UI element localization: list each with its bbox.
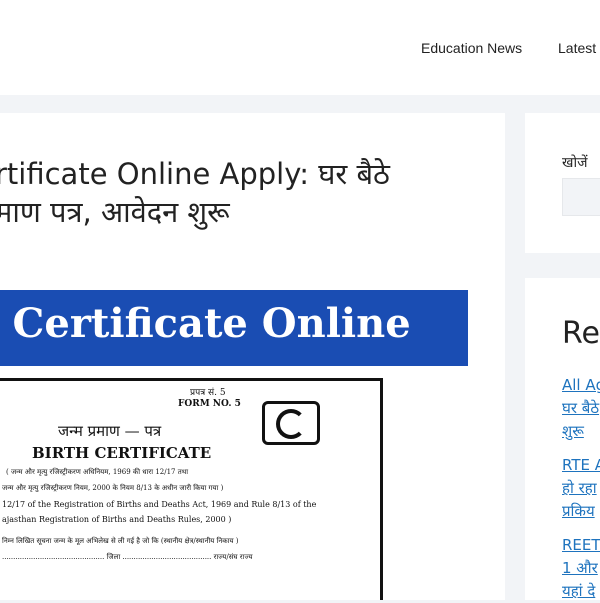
- recent-post-link-1[interactable]: All Ag घर बैठे शुरू: [562, 374, 600, 443]
- recent-post-3-line-2[interactable]: 1 और: [562, 559, 598, 577]
- recent-post-1-line-3[interactable]: शुरू: [562, 422, 584, 440]
- certificate-line-5: निम्न लिखित सूचना जन्म के मूल अभिलेख से …: [2, 537, 239, 545]
- recent-posts-widget: Re All Ag घर बैठे शुरू RTE A हो रहा प्रक…: [525, 278, 600, 600]
- certificate-title-hindi: जन्म प्रमाण — पत्र: [58, 422, 162, 440]
- nav-item-latest[interactable]: Latest: [558, 40, 596, 56]
- recent-post-link-2[interactable]: RTE A हो रहा प्रकिय: [562, 454, 600, 523]
- certificate-line-2: जन्म और मृत्यु रजिस्ट्रीकरण नियम, 2000 क…: [2, 484, 224, 492]
- featured-banner: rth Certificate Online: [0, 290, 468, 366]
- certificate-image: प्रपत्र सं. 5 FORM NO. 5 जन्म प्रमाण — प…: [0, 378, 383, 600]
- recent-post-2-line-1[interactable]: RTE A: [562, 456, 600, 474]
- recent-post-2-line-2[interactable]: हो रहा: [562, 479, 597, 497]
- nav-item-education-news[interactable]: Education News: [421, 40, 522, 56]
- title-line-2: माण पत्र, आवेदन शुरू: [0, 195, 230, 229]
- certificate-number-hindi: प्रपत्र सं. 5: [190, 388, 226, 398]
- page-title: rtificate Online Apply: घर बैठे माण पत्र…: [0, 155, 515, 231]
- certificate-title-english: BIRTH CERTIFICATE: [32, 444, 212, 462]
- title-line-1: rtificate Online Apply: घर बैठे: [0, 157, 390, 191]
- search-label: खोजें: [562, 155, 588, 171]
- emblem-circle-icon: [276, 409, 306, 439]
- featured-image: rth Certificate Online प्रपत्र सं. 5 FOR…: [0, 290, 470, 600]
- recent-post-1-line-1[interactable]: All Ag: [562, 376, 600, 394]
- site-header: Education News Latest: [0, 0, 600, 95]
- certificate-line-4: ajasthan Registration of Births and Deat…: [2, 515, 232, 524]
- certificate-line-3: 12/17 of the Registration of Births and …: [2, 500, 317, 509]
- recent-posts-heading: Re: [562, 316, 600, 351]
- certificate-line-1: ( जन्म और मृत्यु रजिस्ट्रीकरण अधिनियम, 1…: [6, 468, 189, 476]
- recent-post-3-line-1[interactable]: REET: [562, 536, 600, 554]
- government-emblem-icon: [262, 401, 320, 445]
- certificate-line-6: ........................................…: [2, 553, 253, 561]
- recent-post-link-3[interactable]: REET 1 और यहां दे: [562, 534, 600, 603]
- search-input[interactable]: [562, 178, 600, 216]
- recent-post-3-line-3[interactable]: यहां दे: [562, 582, 595, 600]
- certificate-form-no: FORM NO. 5: [178, 399, 241, 409]
- banner-text: rth Certificate Online: [0, 300, 411, 347]
- recent-post-1-line-2[interactable]: घर बैठे: [562, 399, 599, 417]
- recent-post-2-line-3[interactable]: प्रकिय: [562, 502, 595, 520]
- search-widget: खोजें: [525, 113, 600, 253]
